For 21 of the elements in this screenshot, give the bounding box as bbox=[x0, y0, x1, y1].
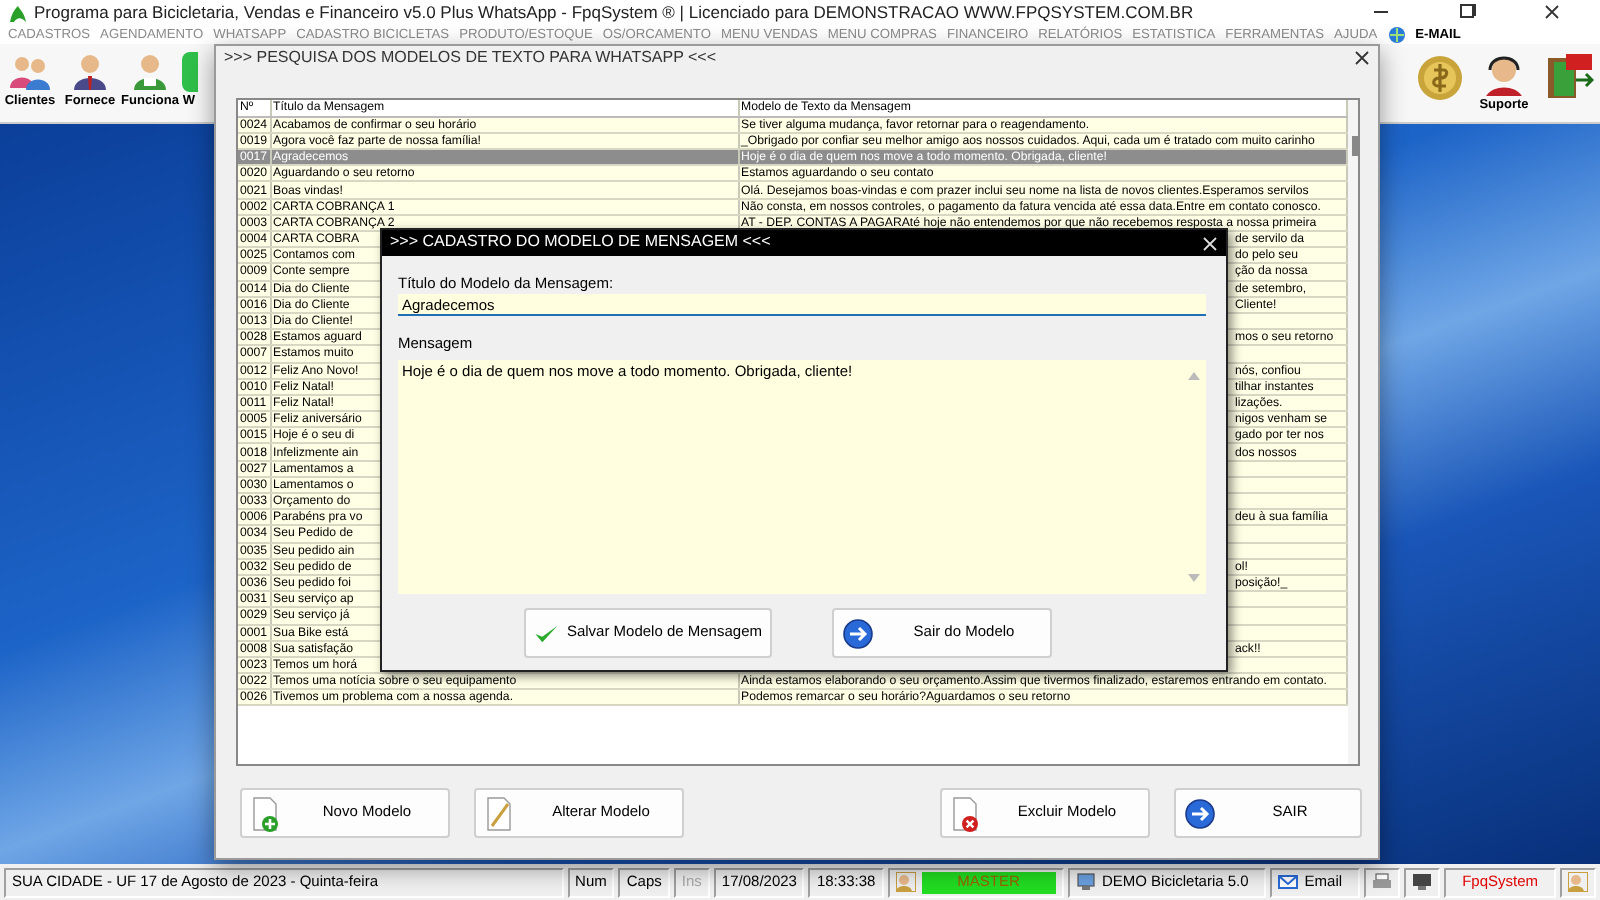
close-icon[interactable] bbox=[1543, 4, 1561, 21]
man-icon[interactable] bbox=[68, 52, 112, 92]
users-icon bbox=[895, 872, 916, 892]
scrollbar[interactable] bbox=[1347, 100, 1358, 764]
printer-icon bbox=[1372, 872, 1393, 892]
person-icon[interactable] bbox=[128, 52, 172, 92]
computer-icon bbox=[1075, 872, 1096, 892]
maximize-icon[interactable] bbox=[1457, 4, 1475, 21]
email-icon bbox=[1278, 872, 1299, 892]
window-title: >>> CADASTRO DO MODELO DE MENSAGEM <<< bbox=[390, 234, 771, 252]
users-icon bbox=[1568, 872, 1588, 892]
scroll-thumb[interactable] bbox=[1351, 136, 1357, 156]
arrow-right-icon bbox=[1184, 795, 1220, 831]
monitor-icon bbox=[1412, 872, 1433, 892]
arrow-right-icon bbox=[842, 615, 878, 651]
close-icon[interactable] bbox=[1354, 50, 1370, 66]
people-icon[interactable] bbox=[8, 52, 52, 92]
window-title: Programa para Bicicletaria, Vendas e Financeiro v5.0 Plus WhatsApp - FpqSystem ® | Licenciado para DEMONSTRACAO WWW.FPQSYSTEM.COM.BR bbox=[34, 3, 1194, 23]
email-icon bbox=[1387, 26, 1406, 44]
app-logo-icon bbox=[8, 3, 28, 23]
window-title: >>> PESQUISA DOS MODELOS DE TEXTO PARA WHATSAPP <<< bbox=[224, 49, 717, 67]
